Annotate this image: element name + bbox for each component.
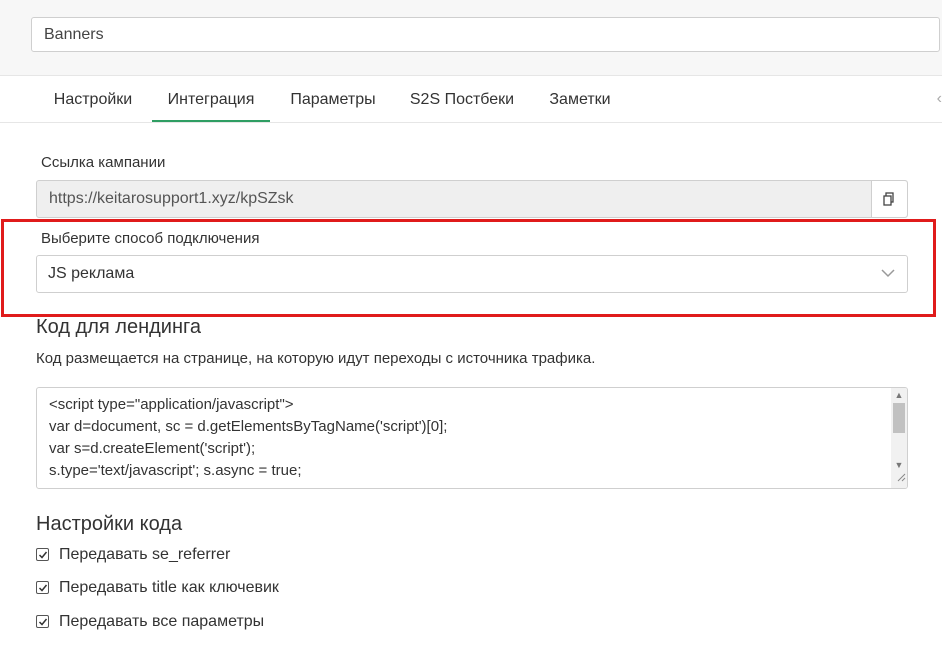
tab-notes[interactable]: Заметки (533, 77, 627, 122)
option-title-as-keyword-label: Передавать title как ключевик (59, 579, 279, 596)
campaign-link-label: Ссылка кампании (41, 154, 166, 171)
scroll-thumb[interactable] (893, 403, 905, 433)
option-all-parameters-label: Передавать все параметры (59, 613, 265, 630)
tab-integration[interactable]: Интеграция (152, 77, 270, 122)
checkmark-icon (38, 584, 48, 592)
tab-bar: Настройки Интеграция Параметры S2S Постб… (0, 77, 942, 123)
checkmark-icon (38, 551, 48, 559)
tab-parameters[interactable]: Параметры (275, 77, 391, 122)
code-settings-title: Настройки кода (36, 513, 183, 535)
campaign-link-value: https://keitarosupport1.xyz/kpSZsk (49, 190, 294, 207)
connection-method-select[interactable]: JS реклама (36, 255, 908, 293)
tab-settings[interactable]: Настройки (37, 77, 149, 122)
checkmark-icon (38, 618, 48, 626)
campaign-name-input[interactable] (31, 17, 940, 52)
chevron-left-icon[interactable]: ‹ (937, 90, 942, 108)
connection-method-label: Выберите способ подключения (41, 230, 260, 247)
landing-code-title: Код для лендинга (36, 316, 201, 338)
copy-link-button[interactable] (871, 181, 907, 217)
campaign-link-field[interactable]: https://keitarosupport1.xyz/kpSZsk (36, 180, 908, 218)
campaign-header (0, 0, 942, 76)
connection-method-value: JS реклама (48, 265, 135, 282)
code-line: var s=d.createElement('script'); (49, 440, 256, 457)
option-all-parameters-checkbox[interactable] (36, 615, 49, 628)
option-se-referrer-checkbox[interactable] (36, 548, 49, 561)
code-line: var d=document, sc = d.getElementsByTagN… (49, 418, 448, 435)
option-se-referrer-label: Передавать se_referrer (59, 546, 231, 563)
landing-code-description: Код размещается на странице, на которую … (36, 350, 596, 367)
tab-s2s-postbacks[interactable]: S2S Постбеки (396, 77, 528, 122)
option-title-as-keyword-checkbox[interactable] (36, 581, 49, 594)
code-line: <script type="application/javascript"> (49, 396, 294, 413)
scroll-up-icon[interactable]: ▲ (891, 388, 907, 402)
landing-code-textarea[interactable]: <script type="application/javascript"> v… (36, 387, 908, 489)
resize-grip-icon[interactable] (897, 469, 906, 487)
code-line: s.type='text/javascript'; s.async = true… (49, 462, 302, 479)
